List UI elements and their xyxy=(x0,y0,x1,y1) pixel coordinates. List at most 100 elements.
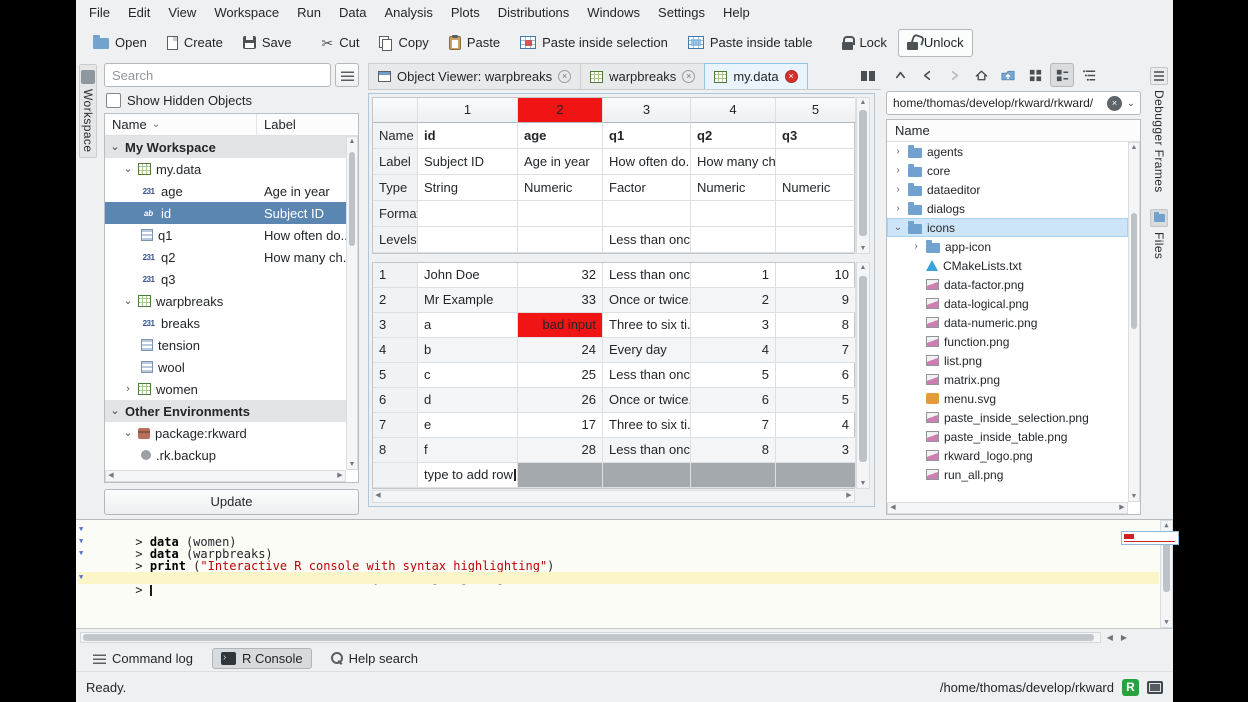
r-console-view[interactable]: ▼> data (women) ▼> data (warpbreaks) ▼> … xyxy=(76,519,1173,629)
meta-cell[interactable]: q1 xyxy=(603,123,691,149)
close-tab-icon[interactable]: × xyxy=(785,70,798,83)
meta-row-label[interactable]: Type xyxy=(373,175,418,201)
expander-icon[interactable]: › xyxy=(893,146,903,157)
data-cell[interactable]: Three to six ti... xyxy=(603,413,691,438)
meta-row-label[interactable]: Name xyxy=(373,123,418,149)
expander-icon[interactable]: › xyxy=(911,241,921,252)
details-view-button[interactable] xyxy=(1050,63,1074,87)
meta-cell[interactable] xyxy=(418,201,518,227)
display-icon[interactable] xyxy=(1147,681,1163,694)
data-cell[interactable]: 6 xyxy=(776,363,856,388)
meta-cell[interactable]: How often do... xyxy=(603,149,691,175)
data-cell[interactable]: 25 xyxy=(518,363,603,388)
menu-windows[interactable]: Windows xyxy=(578,0,649,26)
data-cell[interactable]: b xyxy=(418,338,518,363)
scroll-up-icon[interactable]: ▲ xyxy=(1161,521,1172,530)
meta-cell[interactable] xyxy=(776,227,856,253)
expander-icon[interactable]: ⌄ xyxy=(893,222,903,233)
data-cell[interactable]: 33 xyxy=(518,288,603,313)
meta-cell[interactable]: Numeric xyxy=(691,175,776,201)
tree-view-button[interactable] xyxy=(1077,63,1101,87)
menu-settings[interactable]: Settings xyxy=(649,0,714,26)
expander-icon[interactable]: ⌄ xyxy=(123,164,133,174)
data-cell[interactable]: 4 xyxy=(776,413,856,438)
paste-inside-selection-button[interactable]: Paste inside selection xyxy=(511,29,677,57)
unlock-button[interactable]: Unlock xyxy=(898,29,973,57)
file-item-agents[interactable]: ›agents xyxy=(887,142,1128,161)
tab-my-data[interactable]: my.data × xyxy=(704,63,807,89)
scroll-left-icon[interactable]: ◀ xyxy=(1107,633,1113,642)
file-item-data-logical-png[interactable]: data-logical.png xyxy=(887,294,1128,313)
meta-vertical-scrollbar[interactable]: ▲ ▼ xyxy=(856,97,870,254)
scroll-down-icon[interactable]: ▼ xyxy=(347,460,357,469)
search-input[interactable] xyxy=(104,63,331,87)
tree-item-tension[interactable]: tension xyxy=(105,334,346,356)
paste-inside-table-button[interactable]: Paste inside table xyxy=(679,29,822,57)
paste-button[interactable]: Paste xyxy=(440,29,509,57)
data-cell[interactable]: 7 xyxy=(776,338,856,363)
data-cell[interactable]: 6 xyxy=(691,388,776,413)
meta-row-label[interactable]: Format xyxy=(373,201,418,227)
meta-cell[interactable]: Age in year xyxy=(518,149,603,175)
tree-item-breaks[interactable]: breaks xyxy=(105,312,346,334)
file-item-menu-svg[interactable]: menu.svg xyxy=(887,389,1128,408)
data-cell[interactable]: 17 xyxy=(518,413,603,438)
data-cell[interactable]: Once or twice... xyxy=(603,288,691,313)
scroll-right-icon[interactable]: ▶ xyxy=(335,471,345,481)
file-item-paste-inside-selection-png[interactable]: paste_inside_selection.png xyxy=(887,408,1128,427)
file-item-paste-inside-table-png[interactable]: paste_inside_table.png xyxy=(887,427,1128,446)
update-button[interactable]: Update xyxy=(104,489,359,515)
debugger-frames-dock-tab[interactable]: Debugger Frames xyxy=(1150,67,1168,193)
tab-object-viewer-warpbreaks[interactable]: Object Viewer: warpbreaks × xyxy=(368,63,580,89)
scroll-down-icon[interactable]: ▼ xyxy=(1161,618,1172,627)
data-cell[interactable]: Mr Example xyxy=(418,288,518,313)
tab-warpbreaks[interactable]: warpbreaks × xyxy=(580,63,704,89)
tree-horizontal-scrollbar[interactable]: ◀ ▶ xyxy=(105,470,346,482)
lock-button[interactable]: Lock xyxy=(833,29,895,57)
data-cell[interactable]: 32 xyxy=(518,263,603,288)
row-header[interactable]: 8 xyxy=(373,438,418,463)
data-cell[interactable]: John Doe xyxy=(418,263,518,288)
data-cell[interactable]: Every day xyxy=(603,338,691,363)
expander-icon[interactable]: ⌄ xyxy=(123,296,133,306)
scroll-up-icon[interactable]: ▲ xyxy=(857,263,869,272)
go-home-button[interactable] xyxy=(969,63,993,87)
meta-cell[interactable] xyxy=(603,201,691,227)
file-item-matrix-png[interactable]: matrix.png xyxy=(887,370,1128,389)
expander-icon[interactable]: › xyxy=(893,203,903,214)
selected-column-header[interactable]: 2 xyxy=(518,98,603,123)
menu-plots[interactable]: Plots xyxy=(442,0,489,26)
tree-vertical-scrollbar[interactable]: ▲ ▼ xyxy=(346,136,358,470)
menu-analysis[interactable]: Analysis xyxy=(375,0,441,26)
meta-cell[interactable] xyxy=(776,149,856,175)
data-cell[interactable]: Less than onc... xyxy=(603,363,691,388)
editor-horizontal-scrollbar[interactable]: ◀ ▶ xyxy=(372,490,855,503)
scroll-up-icon[interactable]: ▲ xyxy=(857,98,869,107)
meta-row-label[interactable]: Levels xyxy=(373,227,418,253)
meta-cell[interactable] xyxy=(691,227,776,253)
command-log-tab[interactable]: Command log xyxy=(84,648,202,669)
location-combobox[interactable]: home/thomas/develop/rkward/rkward/ × ⌄ xyxy=(886,91,1141,115)
file-item-data-factor-png[interactable]: data-factor.png xyxy=(887,275,1128,294)
row-header[interactable]: 3 xyxy=(373,313,418,338)
editor-splitter[interactable] xyxy=(372,254,855,262)
console-horizontal-scrollbar[interactable] xyxy=(80,632,1101,643)
clear-location-icon[interactable]: × xyxy=(1107,96,1122,111)
scroll-up-icon[interactable]: ▲ xyxy=(347,137,357,146)
data-cell[interactable]: 24 xyxy=(518,338,603,363)
menu-view[interactable]: View xyxy=(159,0,205,26)
data-cell[interactable]: 26 xyxy=(518,388,603,413)
row-header[interactable]: 1 xyxy=(373,263,418,288)
data-cell[interactable]: 10 xyxy=(776,263,856,288)
file-item-app-icon[interactable]: ›app-icon xyxy=(887,237,1128,256)
scroll-down-icon[interactable]: ▼ xyxy=(857,479,869,488)
r-console-tab[interactable]: R Console xyxy=(212,648,312,669)
save-button[interactable]: Save xyxy=(234,29,301,57)
go-up-button[interactable] xyxy=(888,63,912,87)
data-cell[interactable]: 4 xyxy=(691,338,776,363)
file-item-icons[interactable]: ⌄icons xyxy=(887,218,1128,237)
tree-item-warpbreaks[interactable]: ⌄warpbreaks xyxy=(105,290,346,312)
meta-cell[interactable] xyxy=(691,201,776,227)
expander-icon[interactable]: › xyxy=(893,184,903,195)
column-header-label[interactable]: Label xyxy=(257,117,296,132)
